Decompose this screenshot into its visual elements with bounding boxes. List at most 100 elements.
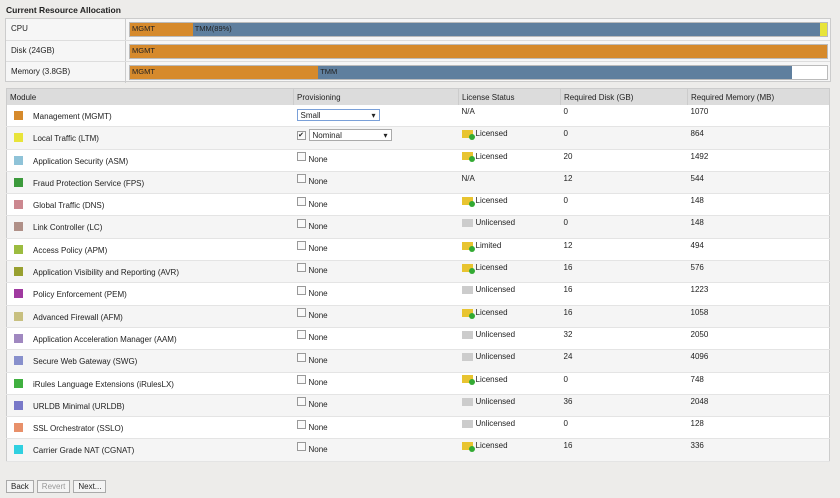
provisioning-select[interactable]: Small ▾ <box>296 109 380 121</box>
provisioning-checkbox[interactable] <box>296 196 306 206</box>
required-disk: 20 <box>560 149 688 172</box>
provisioning-select[interactable]: Nominal ▾ <box>308 129 392 142</box>
allocation-segment: MGMT <box>130 66 319 80</box>
back-button[interactable]: Back <box>6 480 34 493</box>
license-unavailable-icon <box>461 397 473 406</box>
license-ok-icon <box>461 152 475 163</box>
module-name: Access Policy (APM) <box>33 245 108 255</box>
license-status: Unlicensed <box>475 218 516 228</box>
module-color-swatch <box>14 177 23 187</box>
provisioning-checkbox[interactable] <box>296 263 306 273</box>
module-color-swatch <box>14 333 23 343</box>
provisioning-checkbox[interactable] <box>296 397 306 407</box>
table-row: Link Controller (LC) None Unlicensed 0 1… <box>6 215 830 239</box>
provisioning-checkbox[interactable] <box>296 308 306 318</box>
module-color-swatch <box>14 356 23 366</box>
module-color-swatch <box>14 289 23 299</box>
required-memory: 1070 <box>687 105 830 128</box>
required-memory: 336 <box>687 438 830 462</box>
module-name: Application Security (ASM) <box>33 156 129 166</box>
license-status: Licensed <box>475 374 508 384</box>
required-memory: 2048 <box>687 394 830 418</box>
col-memory: Required Memory (MB) <box>687 88 830 105</box>
allocation-bar: MGMT TMM <box>129 65 828 81</box>
provisioning-label: None <box>308 199 328 209</box>
module-color-swatch <box>14 267 23 277</box>
license-status: Unlicensed <box>475 419 516 429</box>
module-name: Fraud Protection Service (FPS) <box>33 178 145 188</box>
col-license: License Status <box>458 88 561 105</box>
module-color-swatch <box>14 155 23 165</box>
required-disk: 12 <box>560 238 688 262</box>
provisioning-checkbox[interactable] <box>296 441 306 451</box>
required-memory: 4096 <box>687 349 830 373</box>
provisioning-label: None <box>308 244 328 254</box>
required-memory: 544 <box>687 171 830 195</box>
table-row: URLDB Minimal (URLDB) None Unlicensed 36… <box>6 394 830 418</box>
provisioning-checkbox[interactable] <box>296 285 306 295</box>
table-row: Application Acceleration Manager (AAM) N… <box>6 327 830 351</box>
module-color-swatch <box>14 445 23 455</box>
license-status: Unlicensed <box>475 352 516 362</box>
license-status: Unlicensed <box>475 285 516 295</box>
provisioning-checkbox[interactable] <box>296 218 306 228</box>
required-disk: 16 <box>560 282 688 306</box>
table-row: Secure Web Gateway (SWG) None Unlicensed… <box>6 349 830 373</box>
allocation-label: Memory (3.8GB) <box>6 62 126 83</box>
section-title: Current Resource Allocation <box>6 5 121 15</box>
license-status: N/A <box>461 107 475 116</box>
module-color-swatch <box>14 200 23 210</box>
provisioning-label: None <box>308 266 328 276</box>
provisioning-checkbox[interactable] <box>296 374 306 384</box>
table-row: Global Traffic (DNS) None Licensed 0 148 <box>6 193 830 217</box>
license-ok-icon <box>461 263 475 274</box>
provisioning-checkbox[interactable] <box>296 419 306 429</box>
required-disk: 16 <box>560 305 688 328</box>
col-disk: Required Disk (GB) <box>560 88 688 105</box>
license-status: Licensed <box>475 129 508 139</box>
allocation-label: Disk (24GB) <box>6 40 126 62</box>
col-provisioning: Provisioning <box>293 88 459 105</box>
required-disk: 0 <box>560 372 688 395</box>
next-button[interactable]: Next... <box>73 480 107 493</box>
provisioning-checkbox[interactable] <box>296 241 306 251</box>
required-memory: 2050 <box>687 327 830 351</box>
provisioning-checkbox[interactable]: ✔ <box>296 131 306 141</box>
required-memory: 1492 <box>687 149 830 172</box>
table-row: iRules Language Extensions (iRulesLX) No… <box>6 372 830 395</box>
license-unavailable-icon <box>461 420 473 429</box>
provisioning-label: None <box>308 221 328 231</box>
table-row: Application Security (ASM) None Licensed… <box>6 149 830 172</box>
license-unavailable-icon <box>461 353 473 362</box>
provisioning-label: None <box>308 422 328 432</box>
required-disk: 0 <box>560 215 688 239</box>
module-name: Application Acceleration Manager (AAM) <box>33 334 177 344</box>
provisioning-checkbox[interactable] <box>296 352 306 362</box>
module-name: Management (MGMT) <box>33 112 112 121</box>
required-memory: 494 <box>687 238 830 262</box>
allocation-segment <box>820 23 827 36</box>
module-name: URLDB Minimal (URLDB) <box>33 401 125 411</box>
provisioning-checkbox[interactable] <box>296 174 306 184</box>
license-unavailable-icon <box>461 286 473 295</box>
table-row: Local Traffic (LTM) ✔ Nominal ▾ Licensed 0… <box>6 126 830 150</box>
module-name: Global Traffic (DNS) <box>33 201 105 211</box>
license-unavailable-icon <box>461 330 473 339</box>
table-row: Advanced Firewall (AFM) None Licensed 16… <box>6 305 830 328</box>
required-disk: 16 <box>560 260 688 284</box>
license-unavailable-icon <box>461 219 473 228</box>
module-table: Module Provisioning License Status Requi… <box>6 88 830 462</box>
provisioning-checkbox[interactable] <box>296 330 306 340</box>
provisioning-checkbox[interactable] <box>296 151 306 161</box>
required-memory: 128 <box>687 416 830 440</box>
provisioning-label: None <box>308 154 328 164</box>
required-disk: 12 <box>560 171 688 195</box>
table-row: Access Policy (APM) None Limited 12 494 <box>6 238 830 262</box>
required-disk: 0 <box>560 416 688 440</box>
allocation-row: Disk (24GB) MGMT <box>6 40 830 63</box>
required-memory: 576 <box>687 260 830 284</box>
license-ok-icon <box>461 197 475 208</box>
license-status: Licensed <box>475 307 508 317</box>
allocation-row: CPU MGMT TMM(89%) <box>6 19 830 41</box>
revert-button: Revert <box>36 480 71 493</box>
